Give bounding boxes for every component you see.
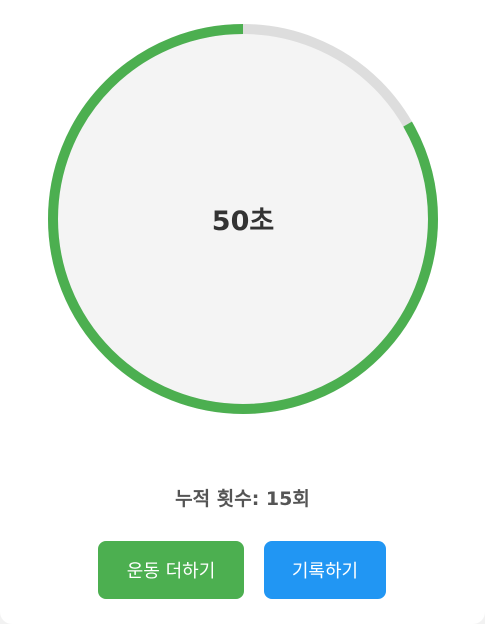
timer-label: 50초 (211, 206, 275, 237)
cumulative-count: 누적 횟수: 15회 (175, 488, 310, 510)
add-exercise-button[interactable]: 운동 더하기 (98, 541, 244, 599)
record-button[interactable]: 기록하기 (264, 541, 386, 599)
timer-card: 50초 누적 횟수: 15회 운동 더하기 기록하기 (0, 0, 485, 624)
